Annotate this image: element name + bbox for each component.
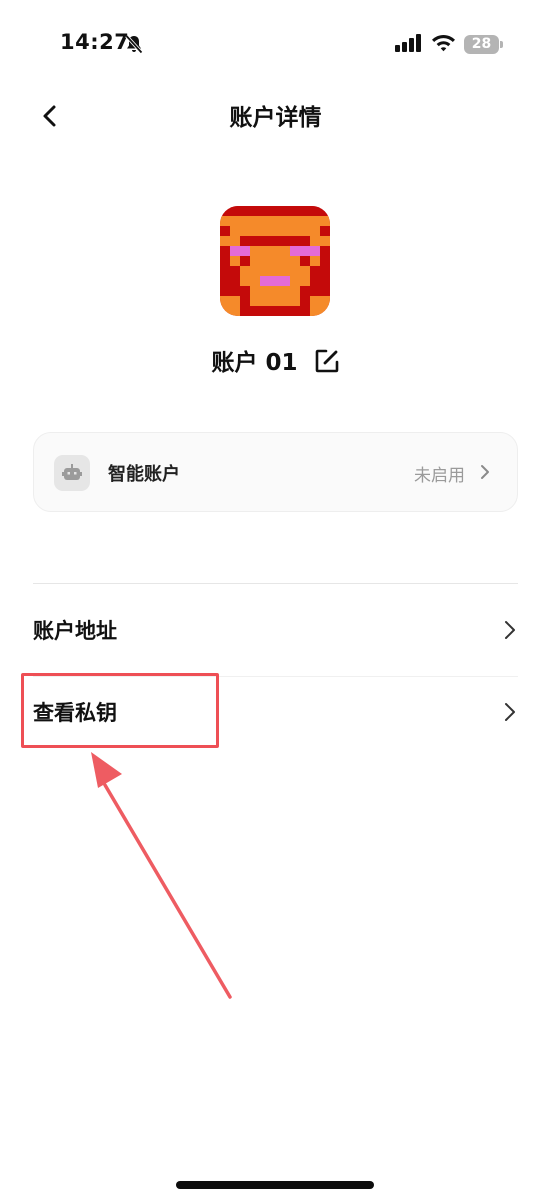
robot-icon-box: [54, 455, 90, 491]
chevron-right-icon: [481, 465, 489, 479]
robot-icon: [62, 464, 82, 480]
battery-icon: 28: [464, 35, 503, 54]
view-private-key-row[interactable]: 查看私钥: [33, 673, 518, 753]
smart-account-status: 未启用: [414, 466, 465, 486]
battery-level: 28: [471, 36, 492, 52]
account-name-row: 账户 01: [0, 340, 551, 380]
smart-account-label: 智能账户: [108, 464, 180, 485]
account-name: 账户 01: [211, 350, 298, 376]
account-address-row[interactable]: 账户地址: [33, 591, 518, 671]
bell-slash-icon: [125, 34, 143, 54]
edit-icon[interactable]: [314, 348, 340, 374]
page-title: 账户详情: [229, 105, 322, 131]
signal-icon: [395, 34, 421, 52]
account-avatar[interactable]: [220, 206, 330, 316]
smart-account-card[interactable]: 智能账户 未启用: [33, 432, 518, 512]
chevron-right-icon: [505, 621, 515, 639]
wifi-icon: [432, 35, 455, 52]
status-time: 14:27: [60, 30, 130, 54]
chevron-right-icon: [505, 703, 515, 721]
section-divider: [33, 583, 518, 584]
account-address-label: 账户地址: [33, 619, 117, 643]
status-bar: 14:27 28: [0, 0, 551, 90]
view-private-key-label: 查看私钥: [33, 701, 117, 725]
home-indicator: [176, 1181, 374, 1189]
